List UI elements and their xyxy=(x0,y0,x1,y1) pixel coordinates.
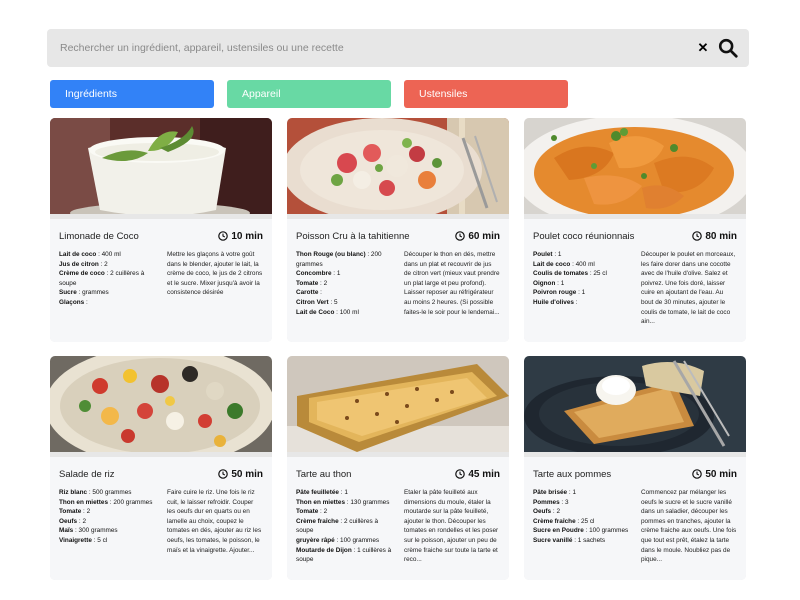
ingredient-item: Tomate : 2 xyxy=(296,279,328,287)
clock-icon xyxy=(218,231,229,241)
recipe-image-apple-pie xyxy=(524,356,746,456)
filter-buttons: Ingrédients Appareil Ustensiles xyxy=(50,80,570,108)
recipe-description: Découper le thon en dés, mettre dans un … xyxy=(404,251,500,316)
ingredient-item: Huile d'olives : xyxy=(533,298,578,306)
ingredient-item: Vinaigrette : 5 cl xyxy=(59,536,108,544)
ingredient-item: Poivron rouge : 1 xyxy=(533,289,586,297)
close-icon[interactable]: ✕ xyxy=(695,40,711,56)
ingredient-item: Sucre vanillé : 1 sachets xyxy=(533,536,606,544)
ingredient-item: Sucre en Poudre : 100 grammes xyxy=(533,527,629,535)
search-icon[interactable] xyxy=(717,37,739,59)
recipe-card[interactable]: Tarte aux pommes 50 min Pâte brisée : 1 … xyxy=(524,356,746,580)
recipe-title: Tarte aux pommes xyxy=(533,468,612,480)
recipe-card-body: Salade de riz 50 min Riz blanc : 500 gra… xyxy=(50,457,272,580)
recipe-time: 60 min xyxy=(455,231,500,242)
recipe-image-tuna-tart xyxy=(287,356,509,452)
recipe-title: Limonade de Coco xyxy=(59,230,139,242)
recipe-description: Etaler la pâte feuilleté aux dimensions … xyxy=(404,489,499,564)
ingredient-item: Thon en miettes : 130 grammes xyxy=(296,498,390,506)
recipe-image-raw-fish-salad xyxy=(287,118,509,222)
recipe-description: Faire cuire le riz. Une fois le riz cuit… xyxy=(167,489,262,554)
recipe-card-body: Tarte aux pommes 50 min Pâte brisée : 1 … xyxy=(524,457,746,580)
recipe-time: 45 min xyxy=(455,469,500,480)
ingredient-item: Lait de coco : 400 ml xyxy=(59,251,121,258)
recipe-time-value: 60 min xyxy=(468,230,500,242)
ingredient-item: Riz blanc : 500 grammes xyxy=(59,489,132,496)
recipe-title: Poisson Cru à la tahitienne xyxy=(296,230,410,242)
clock-icon xyxy=(692,231,703,241)
recipe-time-value: 45 min xyxy=(468,468,500,480)
ingredient-item: Citron Vert : 5 xyxy=(296,298,338,306)
recipe-card-body: Poisson Cru à la tahitienne 60 min Thon … xyxy=(287,219,509,342)
ingredient-list: Riz blanc : 500 grammes Thon en miettes … xyxy=(59,488,159,555)
ingredient-item: Tomate : 2 xyxy=(59,508,91,516)
ingredient-item: Concombre : 1 xyxy=(296,270,341,278)
ingredient-item: Pommes : 3 xyxy=(533,498,569,506)
recipe-title: Poulet coco réunionnais xyxy=(533,230,635,242)
ingredient-item: Lait de Coco : 100 ml xyxy=(296,308,359,316)
ingredient-item: Tomate : 2 xyxy=(296,508,328,516)
ingredient-item: Pâte brisée : 1 xyxy=(533,489,576,496)
ingredient-item: Moutarde de Dijon : 1 cuillères à soupe xyxy=(296,546,392,564)
recipe-card[interactable]: Salade de riz 50 min Riz blanc : 500 gra… xyxy=(50,356,272,580)
recipe-description: Découper le poulet en morceaux, les fair… xyxy=(641,251,736,326)
recipe-card[interactable]: Limonade de Coco 10 min Lait de coco : 4… xyxy=(50,118,272,342)
ingredient-item: Thon Rouge (ou blanc) : 200 grammes xyxy=(296,251,382,268)
recipe-card[interactable]: Poisson Cru à la tahitienne 60 min Thon … xyxy=(287,118,509,342)
recipe-time-value: 10 min xyxy=(231,230,263,242)
recipe-description: Commencez par mélanger les oeufs le sucr… xyxy=(641,489,737,564)
ingredient-list: Thon Rouge (ou blanc) : 200 grammes Conc… xyxy=(296,250,396,317)
ingredient-item: Maïs : 300 grammes xyxy=(59,527,118,535)
ingredient-item: Oeufs : 2 xyxy=(59,517,87,525)
clock-icon xyxy=(455,231,466,241)
recipe-time: 50 min xyxy=(218,469,263,480)
search-bar: ✕ xyxy=(47,29,749,67)
ingredient-item: Carotte : xyxy=(296,289,322,297)
appliances-filter-button[interactable]: Appareil xyxy=(227,80,391,108)
ingredient-item: gruyère râpé : 100 grammes xyxy=(296,536,380,544)
recipe-card[interactable]: Poulet coco réunionnais 80 min Poulet : … xyxy=(524,118,746,342)
ingredient-item: Glaçons : xyxy=(59,298,88,306)
clock-icon xyxy=(692,469,703,479)
ingredient-list: Poulet : 1 Lait de coco : 400 ml Coulis … xyxy=(533,250,633,327)
clock-icon xyxy=(218,469,229,479)
clock-icon xyxy=(455,469,466,479)
recipe-card-body: Tarte au thon 45 min Pâte feuilletée : 1… xyxy=(287,457,509,580)
recipe-time: 50 min xyxy=(692,469,737,480)
ingredient-item: Crème fraîche : 25 cl xyxy=(533,517,595,525)
recipe-title: Tarte au thon xyxy=(296,468,352,480)
utensils-filter-button[interactable]: Ustensiles xyxy=(404,80,568,108)
recipe-image-coconut-lemonade xyxy=(50,118,272,223)
ingredient-item: Coulis de tomates : 25 cl xyxy=(533,270,607,278)
ingredient-item: Crème fraîche : 2 cuillères à soupe xyxy=(296,517,379,535)
recipe-time-value: 50 min xyxy=(705,468,737,480)
ingredient-list: Pâte brisée : 1 Pommes : 3 Oeufs : 2 Crè… xyxy=(533,488,633,565)
ingredient-list: Pâte feuilletée : 1 Thon en miettes : 13… xyxy=(296,488,396,565)
recipe-card[interactable]: Tarte au thon 45 min Pâte feuilletée : 1… xyxy=(287,356,509,580)
ingredient-list: Lait de coco : 400 ml Jus de citron : 2 … xyxy=(59,250,159,308)
recipe-image-coconut-chicken xyxy=(524,118,746,231)
ingredient-item: Lait de coco : 400 ml xyxy=(533,260,595,268)
recipe-time: 10 min xyxy=(218,231,263,242)
ingredient-item: Sucre : grammes xyxy=(59,289,109,297)
recipe-description: Mettre les glaçons à votre goût dans le … xyxy=(167,251,263,297)
ingredient-item: Oignon : 1 xyxy=(533,279,565,287)
recipe-time-value: 80 min xyxy=(705,230,737,242)
ingredient-item: Pâte feuilletée : 1 xyxy=(296,489,348,496)
recipe-time-value: 50 min xyxy=(231,468,263,480)
ingredient-item: Poulet : 1 xyxy=(533,251,562,258)
ingredient-item: Oeufs : 2 xyxy=(533,508,561,516)
recipe-title: Salade de riz xyxy=(59,468,115,480)
recipe-time: 80 min xyxy=(692,231,737,242)
recipe-image-rice-salad xyxy=(50,356,272,466)
ingredient-item: Crème de coco : 2 cuillères à soupe xyxy=(59,270,145,287)
ingredient-item: Jus de citron : 2 xyxy=(59,260,108,268)
search-input[interactable] xyxy=(47,29,695,67)
ingredient-item: Thon en miettes : 200 grammes xyxy=(59,498,153,506)
recipe-card-body: Limonade de Coco 10 min Lait de coco : 4… xyxy=(50,219,272,342)
ingredients-filter-button[interactable]: Ingrédients xyxy=(50,80,214,108)
recipe-card-body: Poulet coco réunionnais 80 min Poulet : … xyxy=(524,219,746,342)
